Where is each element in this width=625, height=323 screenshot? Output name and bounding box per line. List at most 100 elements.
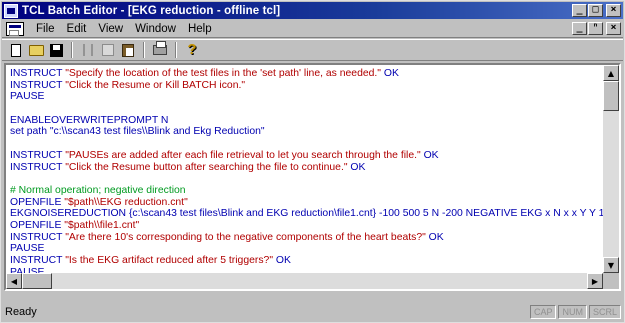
code-line: INSTRUCT "Specify the location of the te… <box>10 68 604 80</box>
code-line: INSTRUCT "Click the Resume button after … <box>10 162 604 174</box>
caption-buttons: _ □ × <box>572 4 621 17</box>
print-button[interactable] <box>150 41 170 59</box>
app-window: TCL Batch Editor - [EKG reduction - offl… <box>0 0 625 323</box>
code-line: PAUSE <box>10 91 604 103</box>
code-keyword: INSTRUCT <box>10 255 66 266</box>
code-line: ENABLEOVERWRITEPROMPT N <box>10 115 604 127</box>
copy-icon <box>102 44 114 56</box>
code-line: set path "c:\\scan43 test files\\Blink a… <box>10 126 604 138</box>
code-args: {c:\scan43 test files\Blink and EKG redu… <box>128 208 604 220</box>
menu-bar: File Edit View Window Help _ ⁿ × <box>2 20 623 38</box>
code-keyword: INSTRUCT <box>10 149 66 161</box>
paste-button[interactable] <box>118 41 138 59</box>
code-string: "Are there 10's corresponding to the neg… <box>65 231 426 243</box>
code-keyword: INSTRUCT <box>10 68 66 79</box>
status-bar: Ready CAP NUM SCRL <box>2 294 623 322</box>
vertical-scroll-thumb[interactable] <box>603 81 619 111</box>
cut-scissors-icon <box>83 44 93 56</box>
horizontal-scroll-thumb[interactable] <box>22 273 52 289</box>
code-args: OK <box>273 255 291 266</box>
code-line: INSTRUCT "PAUSEs are added after each fi… <box>10 150 604 162</box>
code-string: "Click the Resume button after searching… <box>65 161 348 173</box>
code-line: OPENFILE "$path\\file1.cnt" <box>10 220 604 232</box>
code-line: OPENFILE "$path\\EKG reduction.cnt" <box>10 197 604 209</box>
toolbar-separator <box>175 42 177 58</box>
minimize-button[interactable]: _ <box>572 4 587 17</box>
toolbar: ? <box>2 39 623 61</box>
code-args: set path "c:\\scan43 test files\\Blink a… <box>10 126 265 138</box>
code-keyword: INSTRUCT <box>10 161 66 173</box>
code-line: INSTRUCT "Are there 10's corresponding t… <box>10 232 604 244</box>
open-folder-icon <box>28 44 44 56</box>
help-question-icon: ? <box>187 41 197 58</box>
menu-file[interactable]: File <box>30 23 61 35</box>
code-args: OK <box>347 161 366 173</box>
mdi-minimize-button[interactable]: _ <box>572 22 587 35</box>
code-string: "PAUSEs are added after each file retrie… <box>65 149 421 161</box>
mdi-buttons: _ ⁿ × <box>572 22 621 35</box>
menu-view[interactable]: View <box>92 23 129 35</box>
code-line: # Normal operation; negative direction <box>10 185 604 197</box>
vertical-scrollbar[interactable]: ▲ ▼ <box>603 65 619 273</box>
cut-button[interactable] <box>78 41 98 59</box>
editor-lines[interactable]: INSTRUCT "Specify the location of the te… <box>10 68 604 289</box>
code-keyword: INSTRUCT <box>10 231 66 243</box>
scroll-right-arrow-icon[interactable]: ▶ <box>587 273 603 289</box>
new-file-icon <box>11 43 21 57</box>
open-button[interactable] <box>26 41 46 59</box>
code-keyword: PAUSE <box>10 91 45 103</box>
num-lock-indicator: NUM <box>558 305 587 319</box>
code-comment: # Normal operation; negative direction <box>10 184 186 196</box>
save-disk-icon <box>49 43 63 57</box>
code-string: "Specify the location of the test files … <box>65 68 381 79</box>
help-button[interactable]: ? <box>182 41 202 59</box>
code-keyword: OPENFILE <box>10 219 65 231</box>
script-editor[interactable]: INSTRUCT "Specify the location of the te… <box>4 63 621 291</box>
code-keyword: INSTRUCT <box>10 79 66 91</box>
menu-window[interactable]: Window <box>129 23 182 35</box>
new-button[interactable] <box>6 41 26 59</box>
code-line: PAUSE <box>10 243 604 255</box>
code-string: "$path\\EKG reduction.cnt" <box>64 196 188 208</box>
print-icon <box>153 41 167 55</box>
scroll-up-arrow-icon[interactable]: ▲ <box>603 65 619 81</box>
code-keyword: OPENFILE <box>10 196 65 208</box>
menu-help[interactable]: Help <box>182 23 218 35</box>
close-button[interactable]: × <box>606 4 621 17</box>
mdi-close-button[interactable]: × <box>606 22 621 35</box>
horizontal-scrollbar[interactable]: ◀ ▶ <box>6 273 603 289</box>
document-icon[interactable] <box>6 21 24 36</box>
code-line: INSTRUCT "Is the EKG artifact reduced af… <box>10 255 604 267</box>
code-keyword: PAUSE <box>10 243 45 255</box>
title-bar[interactable]: TCL Batch Editor - [EKG reduction - offl… <box>2 2 623 19</box>
scroll-lock-indicator: SCRL <box>588 305 621 319</box>
toolbar-separator <box>71 42 73 58</box>
code-args: OK <box>425 231 444 243</box>
caps-lock-indicator: CAP <box>529 305 557 319</box>
app-icon[interactable] <box>4 3 18 18</box>
menu-edit[interactable]: Edit <box>61 23 93 35</box>
key-indicators: CAP NUM SCRL <box>529 305 621 319</box>
save-button[interactable] <box>46 41 66 59</box>
code-keyword: ENABLEOVERWRITEPROMPT <box>10 114 159 126</box>
window-title: TCL Batch Editor - [EKG reduction - offl… <box>22 4 281 17</box>
scrollbar-corner <box>603 273 619 289</box>
paste-icon <box>122 43 134 57</box>
code-args: N <box>158 114 169 126</box>
code-string: "Is the EKG artifact reduced after 5 tri… <box>65 255 274 266</box>
copy-button[interactable] <box>98 41 118 59</box>
mdi-restore-button[interactable]: ⁿ <box>588 22 603 35</box>
status-text: Ready <box>5 306 37 318</box>
toolbar-separator <box>143 42 145 58</box>
code-args: OK <box>420 149 439 161</box>
scroll-left-arrow-icon[interactable]: ◀ <box>6 273 22 289</box>
scroll-down-arrow-icon[interactable]: ▼ <box>603 257 619 273</box>
code-args: OK <box>381 68 399 79</box>
code-string: "Click the Resume or Kill BATCH icon." <box>65 79 246 91</box>
code-line: INSTRUCT "Click the Resume or Kill BATCH… <box>10 80 604 92</box>
code-keyword: EKGNOISEREDUCTION <box>10 208 129 220</box>
maximize-button[interactable]: □ <box>588 4 603 17</box>
